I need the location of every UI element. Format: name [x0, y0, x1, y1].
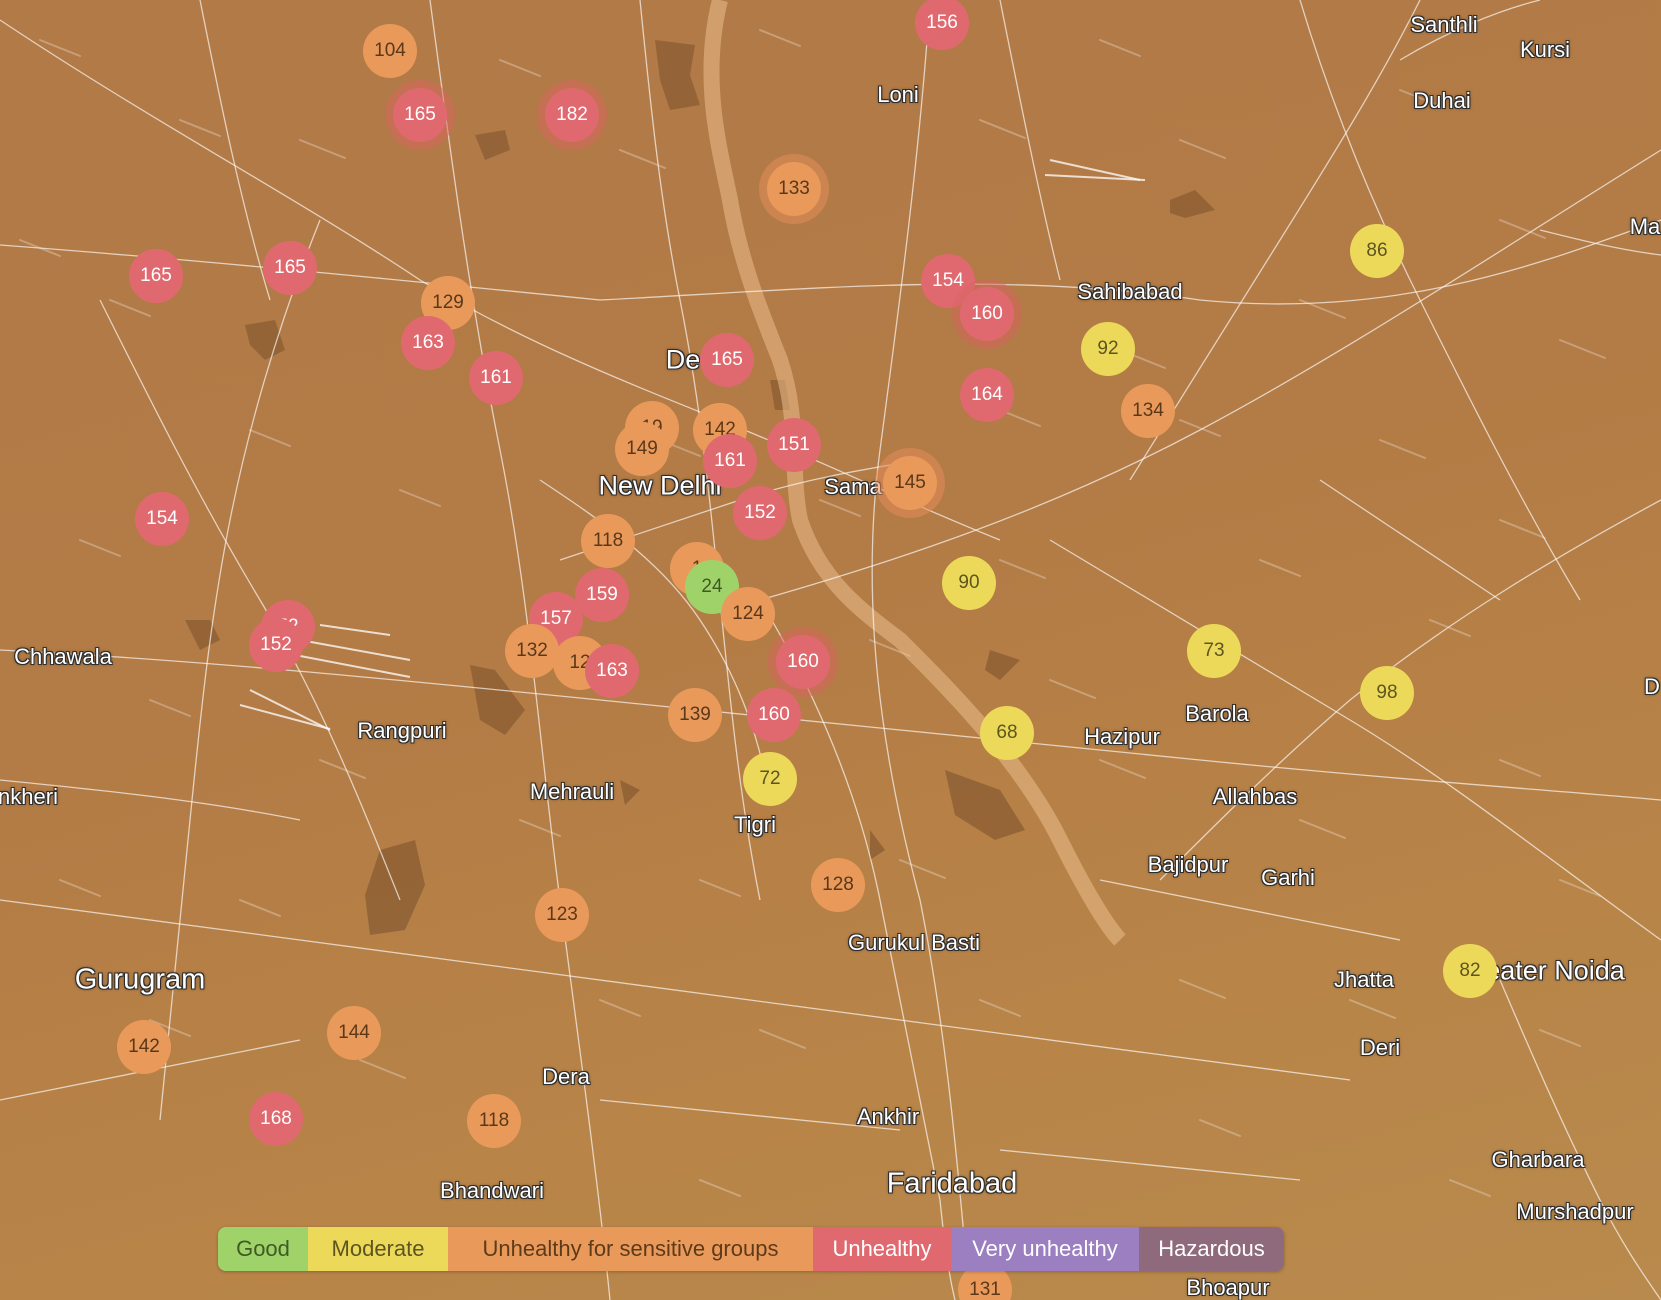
aqi-station-marker[interactable]: 104 — [363, 24, 417, 78]
place-gurugram: Gurugram — [74, 963, 206, 996]
place-ma: Ma — [1629, 214, 1661, 239]
aqi-station-marker[interactable]: 133 — [767, 162, 821, 216]
aqi-station-marker[interactable]: 165 — [129, 249, 183, 303]
place-allahbas: Allahbas — [1212, 784, 1298, 809]
place-new-delhi: New Delhi — [598, 470, 722, 501]
map-canvas[interactable]: Santhli Kursi Duhai Loni Ma Sahibabad De… — [0, 0, 1661, 1300]
aqi-station-marker[interactable]: 152 — [733, 486, 787, 540]
aqi-station-marker[interactable]: 68 — [980, 706, 1034, 760]
aqi-station-marker[interactable]: 128 — [811, 858, 865, 912]
aqi-station-marker[interactable]: 124 — [721, 587, 775, 641]
aqi-station-marker[interactable]: 86 — [1350, 224, 1404, 278]
aqi-station-marker[interactable]: 161 — [469, 351, 523, 405]
aqi-legend: Good Moderate Unhealthy for sensitive gr… — [218, 1227, 1284, 1271]
aqi-station-marker[interactable]: 123 — [535, 888, 589, 942]
aqi-station-marker[interactable]: 163 — [585, 644, 639, 698]
place-kursi: Kursi — [1519, 37, 1571, 62]
legend-moderate[interactable]: Moderate — [308, 1227, 448, 1271]
legend-very-unhealthy[interactable]: Very unhealthy — [951, 1227, 1139, 1271]
place-duhai: Duhai — [1413, 88, 1471, 113]
place-sama: Sama — [824, 474, 882, 499]
aqi-station-marker[interactable]: 72 — [743, 752, 797, 806]
aqi-station-marker[interactable]: 168 — [249, 1092, 303, 1146]
aqi-station-marker[interactable]: 132 — [505, 624, 559, 678]
aqi-station-marker[interactable]: 82 — [1443, 944, 1497, 998]
place-mehrauli: Mehrauli — [529, 779, 615, 804]
place-garhi: Garhi — [1261, 865, 1315, 890]
aqi-station-marker[interactable]: 154 — [135, 492, 189, 546]
aqi-station-marker[interactable]: 134 — [1121, 384, 1175, 438]
aqi-station-marker[interactable]: 165 — [700, 333, 754, 387]
place-delhi: De — [665, 344, 701, 375]
legend-hazardous[interactable]: Hazardous — [1139, 1227, 1284, 1271]
place-tigri: Tigri — [734, 812, 776, 837]
aqi-station-marker[interactable]: 118 — [581, 514, 635, 568]
place-rangpuri: Rangpuri — [357, 718, 447, 743]
aqi-station-marker[interactable]: 90 — [942, 556, 996, 610]
place-gurukul-basti: Gurukul Basti — [847, 930, 981, 955]
place-d-edge: D — [1644, 674, 1660, 699]
place-loni: Loni — [877, 82, 919, 107]
place-bhandwari: Bhandwari — [440, 1178, 544, 1203]
place-santhli: Santhli — [1410, 12, 1478, 37]
aqi-station-marker[interactable]: 73 — [1187, 624, 1241, 678]
aqi-station-marker[interactable]: 98 — [1360, 666, 1414, 720]
place-barola: Barola — [1185, 701, 1249, 726]
place-ankhir: Ankhir — [856, 1104, 920, 1129]
aqi-station-marker[interactable]: 160 — [776, 635, 830, 689]
place-greater-noida: eater Noida — [1485, 955, 1625, 986]
aqi-station-marker[interactable]: 161 — [703, 434, 757, 488]
aqi-station-marker[interactable]: 92 — [1081, 322, 1135, 376]
aqi-station-marker[interactable]: 160 — [747, 688, 801, 742]
place-deri: Deri — [1359, 1035, 1401, 1060]
place-faridabad: Faridabad — [886, 1167, 1018, 1200]
legend-unhealthy-sensitive[interactable]: Unhealthy for sensitive groups — [448, 1227, 813, 1271]
aqi-station-marker[interactable]: 118 — [467, 1094, 521, 1148]
aqi-station-marker[interactable]: 182 — [545, 88, 599, 142]
aqi-station-marker[interactable]: 144 — [327, 1006, 381, 1060]
aqi-station-marker[interactable]: 163 — [401, 316, 455, 370]
place-bhoapur: Bhoapur — [1186, 1275, 1270, 1300]
aqi-station-marker[interactable]: 164 — [960, 368, 1014, 422]
legend-good[interactable]: Good — [218, 1227, 308, 1271]
aqi-station-marker[interactable]: 139 — [668, 688, 722, 742]
aqi-station-marker[interactable]: 165 — [263, 241, 317, 295]
place-chhawala: Chhawala — [14, 644, 112, 669]
aqi-station-marker[interactable]: 151 — [767, 418, 821, 472]
aqi-station-marker[interactable]: 159 — [575, 568, 629, 622]
legend-unhealthy[interactable]: Unhealthy — [813, 1227, 951, 1271]
place-gharbara: Gharbara — [1491, 1147, 1585, 1172]
aqi-station-marker[interactable]: 142 — [117, 1020, 171, 1074]
place-sahibabad: Sahibabad — [1077, 279, 1183, 304]
aqi-station-marker[interactable]: 152 — [249, 618, 303, 672]
aqi-station-marker[interactable]: 160 — [960, 287, 1014, 341]
place-hazipur: Hazipur — [1084, 724, 1160, 749]
place-murshadpur: Murshadpur — [1516, 1199, 1634, 1224]
place-kheri: nkheri — [0, 784, 58, 809]
aqi-station-marker[interactable]: 149 — [615, 422, 669, 476]
aqi-station-marker[interactable]: 165 — [393, 88, 447, 142]
aqi-station-marker[interactable]: 145 — [883, 456, 937, 510]
place-dera: Dera — [542, 1064, 590, 1089]
hindon-airbase — [1044, 159, 1146, 181]
place-bajidpur: Bajidpur — [1147, 852, 1229, 877]
place-jhatta: Jhatta — [1334, 967, 1394, 992]
